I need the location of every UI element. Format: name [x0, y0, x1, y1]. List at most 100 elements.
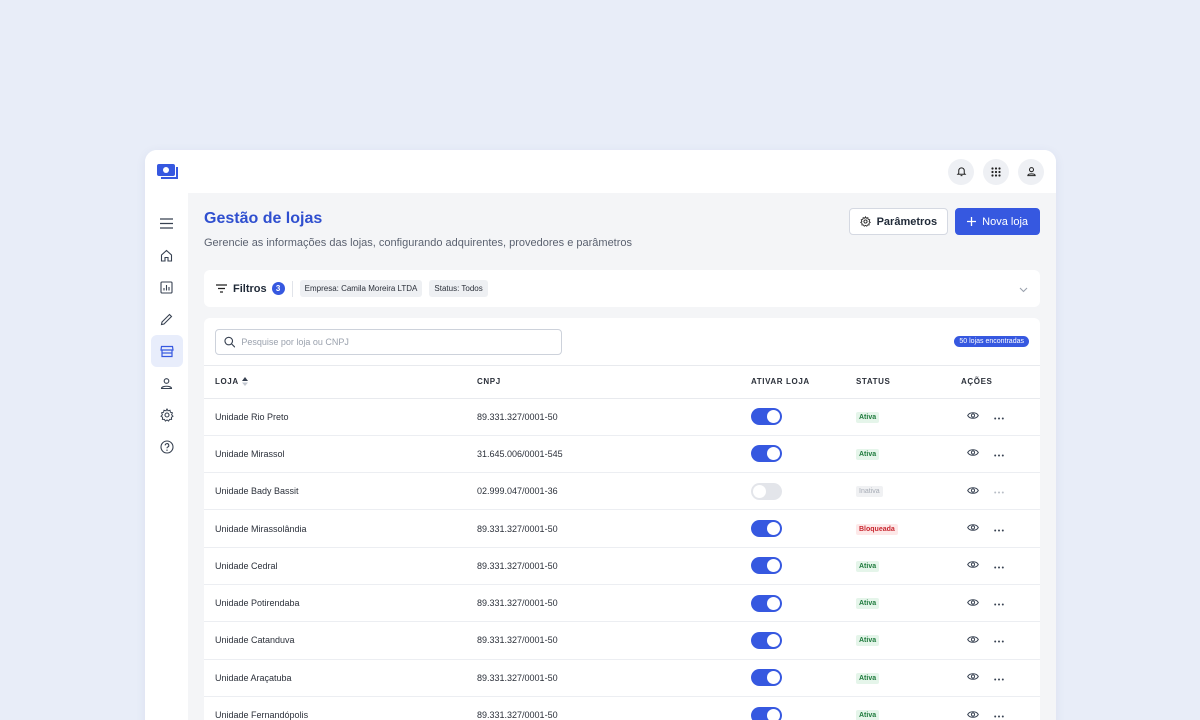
status-badge: Bloqueada: [856, 523, 898, 535]
activate-store-toggle[interactable]: [751, 482, 782, 500]
notifications-button[interactable]: [948, 158, 974, 185]
more-options-icon[interactable]: [994, 561, 1004, 571]
table-row[interactable]: Unidade Potirendaba 89.331.327/0001-50 Ati…: [204, 584, 1040, 623]
top-bar: [145, 150, 1056, 193]
sidebar-item-help[interactable]: [151, 431, 183, 463]
sidebar-item-stores[interactable]: [150, 335, 183, 367]
view-eye-icon[interactable]: [967, 486, 979, 497]
more-options-icon[interactable]: [994, 673, 1004, 683]
search-input[interactable]: [241, 336, 553, 347]
user-icon: [160, 377, 173, 389]
menu-icon: [160, 217, 173, 229]
sidebar-item-users[interactable]: [151, 367, 183, 399]
activate-store-toggle[interactable]: [751, 520, 782, 538]
status-badge: Ativa: [856, 411, 880, 423]
apps-button[interactable]: [983, 158, 1009, 185]
chart-icon: [160, 280, 173, 294]
new-store-button[interactable]: Nova loja: [955, 208, 1040, 235]
plus-icon: [967, 217, 977, 226]
activate-store-toggle[interactable]: [751, 408, 782, 426]
filter-chip-company[interactable]: Empresa: Camila Moreira LTDA: [299, 280, 423, 297]
sidebar-item-home[interactable]: [151, 239, 183, 271]
view-eye-icon[interactable]: [967, 635, 979, 646]
filter-icon: [216, 284, 227, 293]
filters-bar[interactable]: Filtros 3 Empresa: Camila Moreira LTDA S…: [204, 270, 1040, 307]
table-row[interactable]: Unidade Mirassol 31.645.006/0001-545 Ativa: [204, 435, 1040, 474]
store-cnpj: 89.331.327/0001-50: [477, 659, 751, 697]
new-store-label: Nova loja: [982, 215, 1028, 228]
sort-icon[interactable]: [241, 377, 248, 387]
view-eye-icon[interactable]: [967, 411, 979, 422]
more-options-icon[interactable]: [994, 412, 1004, 422]
view-eye-icon[interactable]: [967, 710, 979, 720]
more-options-icon[interactable]: [994, 486, 1004, 496]
view-eye-icon[interactable]: [967, 560, 979, 571]
sidebar-item-menu[interactable]: [151, 207, 183, 239]
sidebar-item-settings[interactable]: [151, 399, 183, 431]
profile-button[interactable]: [1018, 158, 1044, 185]
view-eye-icon[interactable]: [967, 598, 979, 609]
store-cnpj: 31.645.006/0001-545: [477, 435, 751, 474]
table-row[interactable]: Unidade Fernandópolis 89.331.327/0001-50 A…: [204, 696, 1040, 720]
sidebar: [145, 193, 188, 720]
store-cnpj: 89.331.327/0001-50: [477, 547, 751, 585]
store-cnpj: 02.999.047/0001-36: [477, 472, 751, 511]
status-badge: Ativa: [856, 635, 880, 647]
store-name: Unidade Cedral: [204, 547, 477, 585]
store-name: Unidade Araçatuba: [204, 659, 477, 697]
search-icon: [224, 336, 236, 348]
app-window: Gestão de lojas Gerencie as informações …: [145, 150, 1056, 720]
more-options-icon[interactable]: [994, 449, 1004, 459]
activate-store-toggle[interactable]: [751, 557, 782, 575]
parameters-button[interactable]: Parâmetros: [848, 208, 949, 235]
table-row[interactable]: Unidade Araçatuba 89.331.327/0001-50 Ativa: [204, 659, 1040, 697]
more-options-icon[interactable]: [994, 710, 1004, 720]
more-options-icon[interactable]: [994, 598, 1004, 608]
store-icon: [159, 345, 174, 357]
view-eye-icon[interactable]: [967, 523, 979, 534]
results-count-badge: 50 lojas encontradas: [954, 336, 1029, 347]
help-icon: [159, 440, 174, 454]
table-row[interactable]: Unidade Bady Bassit 02.999.047/0001-36 Ina…: [204, 472, 1040, 511]
stores-table-card: 50 lojas encontradas LOJA CNPJ ATIVAR LO…: [204, 318, 1040, 720]
more-options-icon[interactable]: [994, 524, 1004, 534]
sidebar-item-edit[interactable]: [151, 303, 183, 335]
activate-store-toggle[interactable]: [751, 631, 782, 649]
activate-store-toggle[interactable]: [751, 445, 782, 463]
gear-icon: [859, 216, 871, 227]
sidebar-item-reports[interactable]: [151, 271, 183, 303]
bell-icon: [956, 167, 966, 177]
activate-store-toggle[interactable]: [751, 706, 782, 720]
store-cnpj: 89.331.327/0001-50: [477, 509, 751, 548]
column-header-status: STATUS: [856, 366, 961, 399]
home-icon: [160, 249, 173, 262]
store-cnpj: 89.331.327/0001-50: [477, 584, 751, 623]
column-header-cnpj: CNPJ: [477, 366, 751, 399]
table-row[interactable]: Unidade Catanduva 89.331.327/0001-50 Ativa: [204, 621, 1040, 660]
store-name: Unidade Bady Bassit: [204, 472, 477, 511]
store-name: Unidade Rio Preto: [204, 398, 477, 436]
status-badge: Inativa: [856, 486, 883, 498]
table-row[interactable]: Unidade Rio Preto 89.331.327/0001-50 Ativa: [204, 398, 1040, 436]
activate-store-toggle[interactable]: [751, 594, 782, 612]
more-options-icon[interactable]: [994, 635, 1004, 645]
parameters-label: Parâmetros: [876, 215, 938, 228]
filter-chip-status[interactable]: Status: Todos: [429, 280, 488, 297]
chevron-down-icon[interactable]: [1019, 280, 1028, 298]
gear-icon: [159, 408, 174, 422]
filters-divider: [291, 280, 293, 297]
store-name: Unidade Catanduva: [204, 621, 477, 660]
activate-store-toggle[interactable]: [751, 669, 782, 687]
view-eye-icon[interactable]: [967, 672, 979, 683]
status-badge: Ativa: [856, 598, 880, 610]
store-name: Unidade Mirassolândia: [204, 509, 477, 548]
column-header-store[interactable]: LOJA: [204, 366, 477, 399]
table-row[interactable]: Unidade Mirassolândia 89.331.327/0001-50 B…: [204, 509, 1040, 548]
view-eye-icon[interactable]: [967, 448, 979, 459]
store-name: Unidade Mirassol: [204, 435, 477, 474]
search-box[interactable]: [215, 328, 562, 355]
logo-icon[interactable]: [157, 163, 179, 181]
filters-count-badge: 3: [271, 282, 285, 295]
table-row[interactable]: Unidade Cedral 89.331.327/0001-50 Ativa: [204, 547, 1040, 585]
status-badge: Ativa: [856, 710, 880, 720]
